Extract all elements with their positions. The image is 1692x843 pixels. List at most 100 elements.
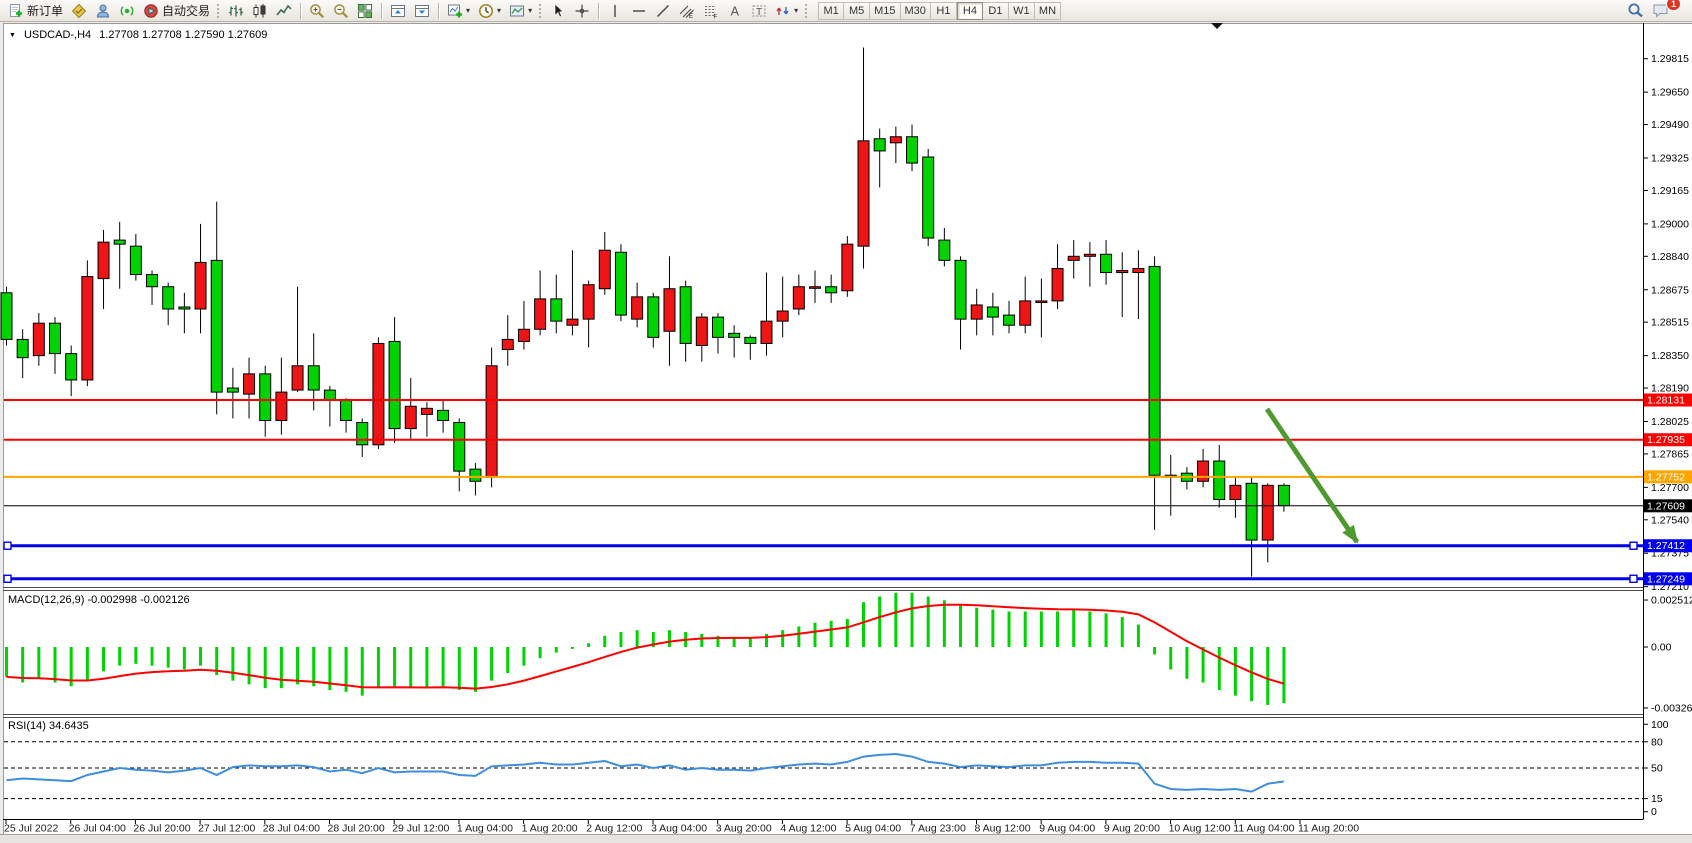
candle-body xyxy=(179,307,190,309)
candle-body xyxy=(551,299,562,321)
candle-body xyxy=(1020,301,1031,325)
candle-body xyxy=(1,293,12,340)
window-bottom-strip xyxy=(0,834,1692,843)
macd-axis-label: 0.002512 xyxy=(1651,595,1692,607)
candle-body xyxy=(357,423,368,445)
line-handle[interactable] xyxy=(1630,542,1637,549)
price-tick-label: 1.29815 xyxy=(1651,53,1689,65)
time-axis-label: 3 Aug 04:00 xyxy=(651,823,707,835)
candle-body xyxy=(696,317,707,345)
time-axis-label: 29 Jul 12:00 xyxy=(392,823,449,835)
price-tick-label: 1.29490 xyxy=(1651,119,1689,131)
rsi-axis-label: 0 xyxy=(1651,806,1657,818)
time-axis-label: 1 Aug 20:00 xyxy=(522,823,578,835)
price-tick-label: 1.29650 xyxy=(1651,87,1689,99)
time-axis-label: 2 Aug 12:00 xyxy=(586,823,642,835)
candle-body xyxy=(826,287,837,293)
candle-body xyxy=(17,339,28,357)
candle-body xyxy=(777,311,788,321)
candle-body xyxy=(567,319,578,325)
candle-body xyxy=(535,299,546,329)
rsi-axis-label: 15 xyxy=(1651,793,1663,805)
candle-body xyxy=(745,337,756,343)
time-axis-label: 11 Aug 04:00 xyxy=(1233,823,1294,835)
candle-body xyxy=(599,250,610,289)
candle-body xyxy=(615,252,626,315)
price-tick-label: 1.29165 xyxy=(1651,185,1689,197)
candle-body xyxy=(1278,485,1289,505)
time-axis-label: 5 Aug 04:00 xyxy=(845,823,901,835)
macd-axis-label: -0.00326 xyxy=(1651,702,1692,714)
candle-body xyxy=(648,297,659,338)
price-tag-1.27752-text: 1.27752 xyxy=(1647,471,1685,483)
line-handle[interactable] xyxy=(1630,575,1637,582)
macd-label: MACD(12,26,9) -0.002998 -0.002126 xyxy=(8,594,190,606)
candle-body xyxy=(324,390,335,400)
candle-body xyxy=(308,366,319,390)
candle-body xyxy=(1246,483,1257,540)
one-click-trading-toggle-icon[interactable]: ▼ xyxy=(9,32,16,39)
rsi-axis-label: 50 xyxy=(1651,763,1663,775)
price-tick-label: 1.27540 xyxy=(1651,514,1689,526)
candle-body xyxy=(438,410,449,420)
price-tick-label: 1.29325 xyxy=(1651,153,1689,165)
candle-body xyxy=(1198,461,1209,481)
time-axis-label: 3 Aug 20:00 xyxy=(716,823,772,835)
candle-body xyxy=(260,374,271,421)
chart-ohlc-values: 1.27708 1.27708 1.27590 1.27609 xyxy=(99,29,267,41)
price-tick-label: 1.29000 xyxy=(1651,218,1689,230)
chart-background xyxy=(3,23,1692,834)
candle-body xyxy=(373,343,384,444)
candle-body xyxy=(939,240,950,260)
candle-body xyxy=(486,366,497,477)
candle-body xyxy=(276,392,287,420)
price-tick-label: 1.28675 xyxy=(1651,284,1689,296)
candle-body xyxy=(82,277,93,380)
line-handle[interactable] xyxy=(4,542,11,549)
time-axis-label: 1 Aug 04:00 xyxy=(457,823,513,835)
candle-body xyxy=(114,240,125,244)
candle-body xyxy=(211,260,222,392)
time-axis-label: 11 Aug 20:00 xyxy=(1298,823,1359,835)
rsi-axis-label: 100 xyxy=(1651,719,1669,731)
time-axis-label: 9 Aug 04:00 xyxy=(1039,823,1095,835)
time-axis-label: 4 Aug 12:00 xyxy=(780,823,836,835)
candle-body xyxy=(1214,461,1225,500)
candle-body xyxy=(712,317,723,337)
candle-body xyxy=(1052,268,1063,300)
time-axis-label: 8 Aug 12:00 xyxy=(975,823,1031,835)
current-price-tag-text: 1.27609 xyxy=(1647,500,1685,512)
chart-symbol-period: USDCAD-,H4 xyxy=(24,29,91,41)
time-axis-label: 28 Jul 04:00 xyxy=(263,823,320,835)
candle-body xyxy=(470,469,481,481)
rsi-axis-label: 80 xyxy=(1651,736,1663,748)
candle-body xyxy=(1117,271,1128,273)
line-handle[interactable] xyxy=(4,575,11,582)
price-tick-label: 1.28840 xyxy=(1651,251,1689,263)
candle-body xyxy=(130,246,141,274)
time-axis-label: 28 Jul 20:00 xyxy=(328,823,385,835)
time-axis-label: 10 Aug 12:00 xyxy=(1169,823,1231,835)
candle-body xyxy=(1036,301,1047,303)
time-axis-label: 9 Aug 20:00 xyxy=(1104,823,1160,835)
time-axis-label: 26 Jul 20:00 xyxy=(133,823,190,835)
rsi-label: RSI(14) 34.6435 xyxy=(8,720,89,732)
price-tick-label: 1.28350 xyxy=(1651,350,1689,362)
candle-body xyxy=(227,388,238,392)
candle-body xyxy=(244,374,255,394)
candle-body xyxy=(1149,266,1160,475)
candle-body xyxy=(195,262,206,309)
candle-body xyxy=(987,307,998,317)
candle-body xyxy=(680,287,691,344)
candle-body xyxy=(292,366,303,390)
price-tick-label: 1.27865 xyxy=(1651,448,1689,460)
candle-body xyxy=(518,329,529,341)
candle-body xyxy=(632,297,643,319)
candle-body xyxy=(405,406,416,428)
price-tick-label: 1.28190 xyxy=(1651,383,1689,395)
candle-body xyxy=(858,141,869,246)
price-tag-1.28131-text: 1.28131 xyxy=(1647,395,1685,407)
candle-body xyxy=(729,333,740,337)
candle-body xyxy=(955,260,966,319)
candle-body xyxy=(421,408,432,414)
